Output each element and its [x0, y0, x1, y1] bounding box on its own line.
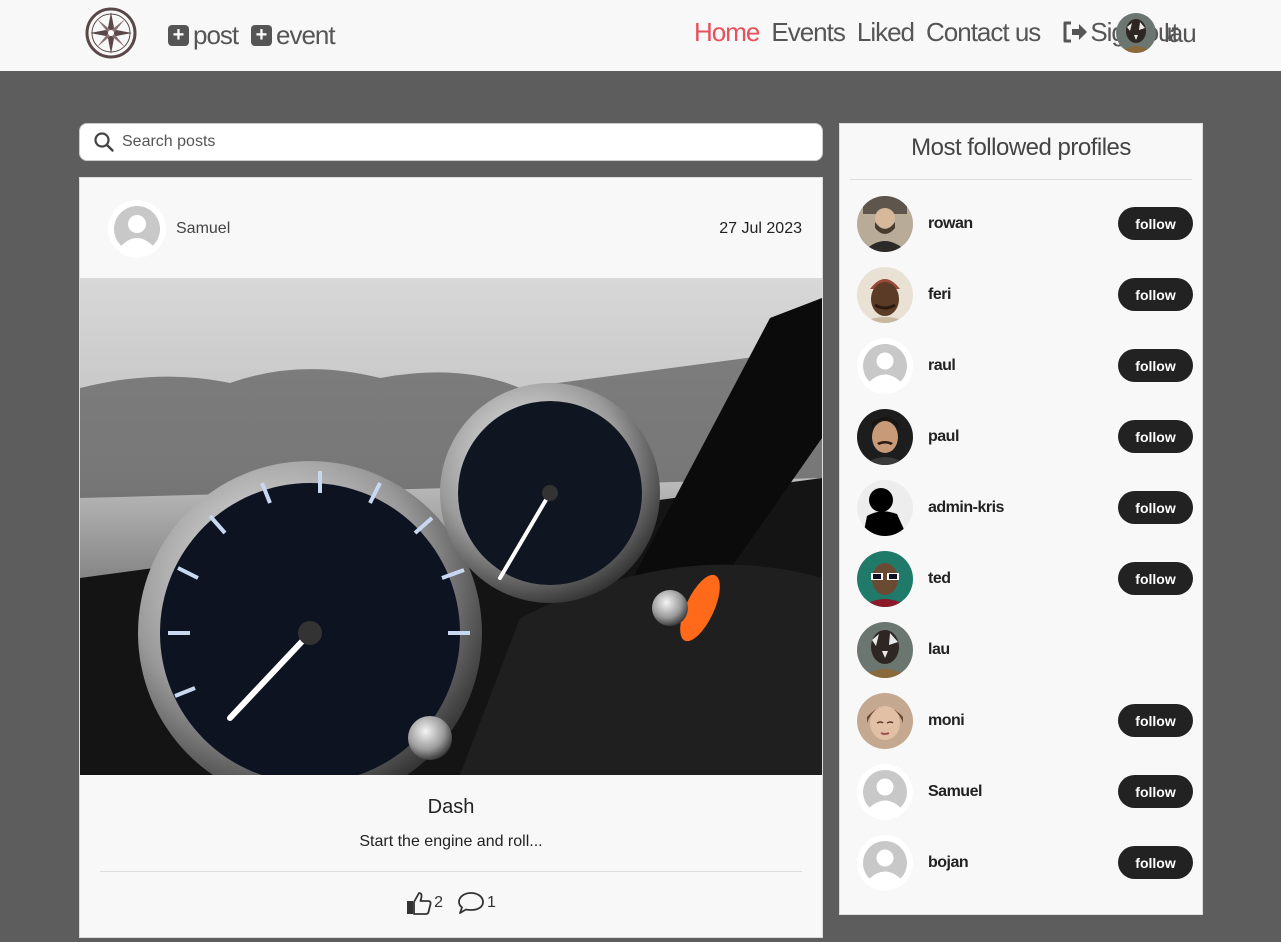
nav-link-home[interactable]: Home — [694, 17, 760, 48]
profile-row: paul follow — [857, 409, 1193, 465]
post-image[interactable] — [80, 278, 822, 775]
profile-name[interactable]: ted — [928, 570, 951, 588]
nav-link-events[interactable]: Events — [771, 17, 845, 48]
nav-link-liked[interactable]: Liked — [857, 17, 915, 48]
post-author-link[interactable]: Samuel — [108, 200, 230, 258]
user-avatar — [1116, 13, 1156, 53]
profile-avatar[interactable] — [857, 551, 913, 607]
follow-button[interactable]: follow — [1118, 278, 1193, 311]
add-post-button[interactable]: + post — [168, 18, 239, 52]
profile-row: raul follow — [857, 338, 1193, 394]
search-bar — [79, 123, 823, 161]
post-title: Dash — [427, 796, 475, 818]
default-avatar-icon — [108, 200, 166, 258]
post-date: 27 Jul 2023 — [719, 220, 802, 237]
sign-out-icon — [1063, 21, 1088, 43]
profile-name[interactable]: lau — [928, 641, 950, 659]
profiles-title: Most followed profiles — [911, 134, 1131, 161]
profile-name[interactable]: moni — [928, 712, 965, 730]
profile-row: ted follow — [857, 551, 1193, 607]
nav-link-contact[interactable]: Contact us — [926, 17, 1041, 48]
comment-stat: 1 — [457, 891, 496, 915]
profile-avatar[interactable] — [857, 267, 913, 323]
profile-name[interactable]: Samuel — [928, 783, 982, 801]
follow-button[interactable]: follow — [1118, 846, 1193, 879]
add-event-label: event — [276, 19, 336, 50]
follow-button[interactable]: follow — [1118, 207, 1193, 240]
profile-avatar[interactable] — [857, 764, 913, 820]
profile-name[interactable]: feri — [928, 286, 951, 304]
user-profile-link[interactable]: lau — [1116, 13, 1197, 53]
search-icon — [94, 132, 114, 152]
profile-row: feri follow — [857, 267, 1193, 323]
profile-name[interactable]: bojan — [928, 854, 969, 872]
follow-button[interactable]: follow — [1118, 491, 1193, 524]
profile-name[interactable]: admin-kris — [928, 499, 1004, 517]
like-count: 2 — [434, 894, 443, 911]
thumbs-up-icon[interactable] — [406, 891, 432, 915]
profile-avatar[interactable] — [857, 480, 913, 536]
comment-icon[interactable] — [457, 891, 485, 915]
most-followed-profiles: Most followed profiles rowan follow feri fo… — [839, 123, 1203, 915]
compass-logo-icon[interactable] — [84, 6, 138, 60]
follow-button[interactable]: follow — [1118, 349, 1193, 382]
plus-icon: + — [168, 24, 189, 46]
profile-avatar[interactable] — [857, 409, 913, 465]
post-divider — [100, 871, 802, 872]
follow-button[interactable]: follow — [1118, 562, 1193, 595]
nav-username: lau — [1164, 17, 1197, 48]
profile-row: Samuel follow — [857, 764, 1193, 820]
profile-avatar[interactable] — [857, 835, 913, 891]
profile-row: rowan follow — [857, 196, 1193, 252]
follow-button[interactable]: follow — [1118, 775, 1193, 808]
profiles-divider — [850, 179, 1192, 180]
navbar: + post + event Home Events Liked Contact… — [0, 0, 1281, 71]
profile-name[interactable]: paul — [928, 428, 959, 446]
search-input[interactable] — [122, 133, 802, 151]
post-excerpt: Start the engine and roll... — [359, 833, 543, 850]
profile-row: moni follow — [857, 693, 1193, 749]
post-card: Samuel 27 Jul 2023 Dash Start the engine… — [79, 177, 823, 938]
post-stats: 2 1 — [80, 891, 822, 915]
comment-count: 1 — [487, 894, 496, 911]
profile-name[interactable]: raul — [928, 357, 956, 375]
follow-button[interactable]: follow — [1118, 420, 1193, 453]
profile-avatar[interactable] — [857, 338, 913, 394]
add-post-label: post — [193, 19, 239, 50]
post-author: Samuel — [176, 220, 231, 237]
profile-row: bojan follow — [857, 835, 1193, 891]
profile-avatar[interactable] — [857, 622, 913, 678]
profile-avatar[interactable] — [857, 196, 913, 252]
like-stat: 2 — [406, 891, 443, 915]
profile-row: admin-kris follow — [857, 480, 1193, 536]
add-event-button[interactable]: + event — [251, 18, 336, 52]
plus-icon: + — [251, 24, 272, 46]
profile-name[interactable]: rowan — [928, 215, 973, 233]
profile-row: lau — [857, 622, 1193, 678]
follow-button[interactable]: follow — [1118, 704, 1193, 737]
profile-avatar[interactable] — [857, 693, 913, 749]
